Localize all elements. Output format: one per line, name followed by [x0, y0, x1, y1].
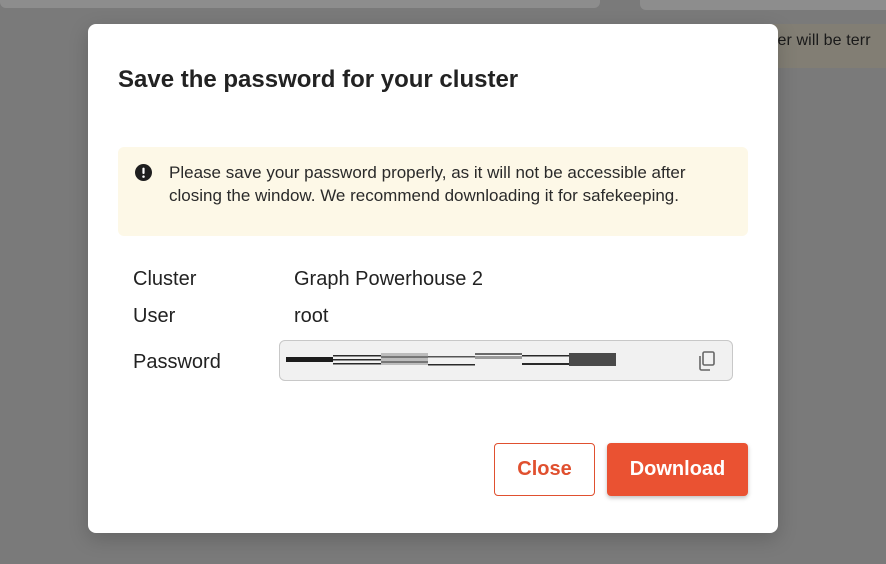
alert-message: Please save your password properly, as i…	[169, 163, 686, 205]
masked-password	[286, 353, 616, 366]
background-banner-text: ter will be terr	[773, 32, 871, 49]
dialog-title: Save the password for your cluster	[118, 66, 519, 93]
copy-icon[interactable]	[696, 350, 718, 372]
password-field[interactable]	[279, 340, 733, 381]
close-button[interactable]: Close	[494, 443, 595, 496]
user-value: root	[294, 305, 329, 327]
user-label: User	[133, 305, 176, 327]
password-label: Password	[133, 351, 221, 373]
exclamation-circle-icon	[135, 164, 152, 181]
background-card	[0, 0, 600, 8]
save-password-dialog: Save the password for your cluster Pleas…	[88, 24, 778, 533]
warning-alert: Please save your password properly, as i…	[118, 147, 748, 236]
background-card	[640, 0, 886, 10]
cluster-label: Cluster	[133, 268, 197, 290]
cluster-value: Graph Powerhouse 2	[294, 268, 484, 290]
download-button[interactable]: Download	[607, 443, 748, 496]
